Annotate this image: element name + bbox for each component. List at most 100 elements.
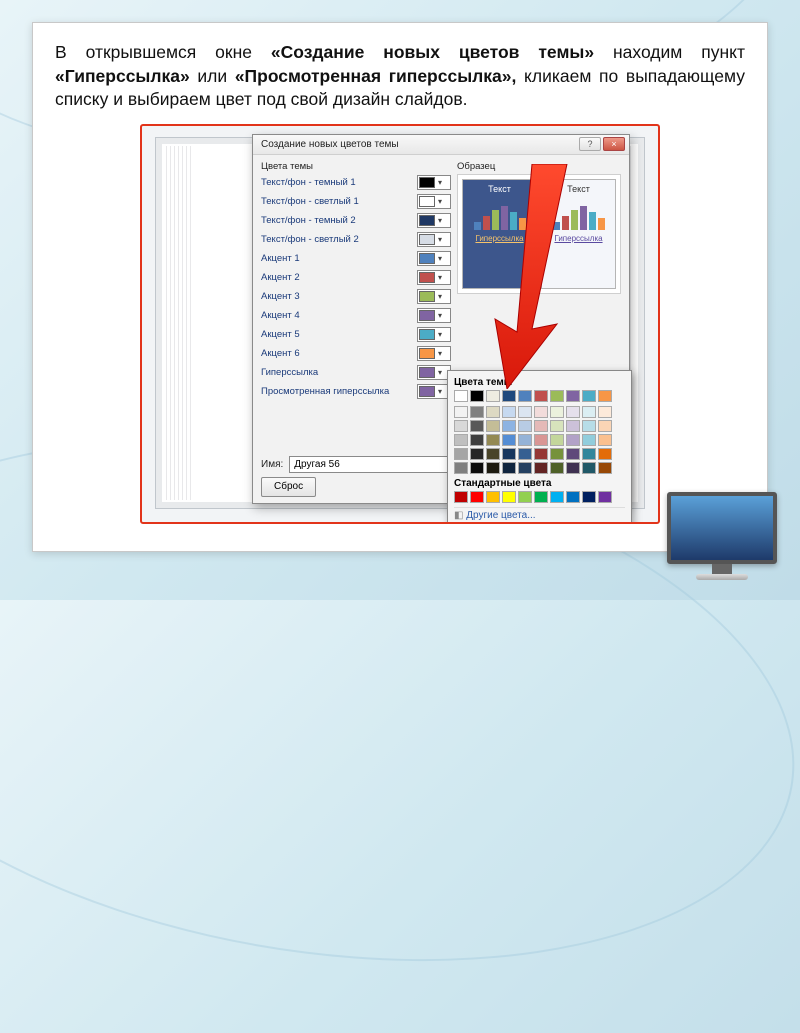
color-swatch-button[interactable]: ▾ <box>417 232 451 247</box>
picker-swatch[interactable] <box>470 462 484 474</box>
color-swatch-button[interactable]: ▾ <box>417 327 451 342</box>
picker-swatch[interactable] <box>518 434 532 446</box>
picker-swatch[interactable] <box>534 462 548 474</box>
color-row: Текст/фон - темный 2▾ <box>261 212 451 230</box>
help-button[interactable]: ? <box>579 137 601 151</box>
picker-swatch[interactable] <box>582 491 596 503</box>
picker-swatch[interactable] <box>486 491 500 503</box>
picker-swatch[interactable] <box>486 462 500 474</box>
color-row-label: Текст/фон - темный 1 <box>261 177 417 188</box>
picker-swatch[interactable] <box>502 462 516 474</box>
picker-swatch[interactable] <box>550 448 564 460</box>
color-swatch-button[interactable]: ▾ <box>417 308 451 323</box>
picker-swatch[interactable] <box>470 420 484 432</box>
picker-swatch[interactable] <box>534 448 548 460</box>
picker-swatch[interactable] <box>566 390 580 402</box>
picker-swatch[interactable] <box>598 491 612 503</box>
color-swatch-button[interactable]: ▾ <box>417 194 451 209</box>
picker-swatch[interactable] <box>454 491 468 503</box>
picker-swatch[interactable] <box>598 448 612 460</box>
picker-swatch[interactable] <box>454 462 468 474</box>
picker-swatch[interactable] <box>550 420 564 432</box>
chevron-down-icon: ▾ <box>435 235 445 244</box>
picker-swatch[interactable] <box>598 462 612 474</box>
picker-swatch[interactable] <box>582 420 596 432</box>
more-colors-link[interactable]: Другие цвета... <box>454 507 625 521</box>
color-row: Акцент 6▾ <box>261 345 451 363</box>
picker-swatch[interactable] <box>566 448 580 460</box>
color-row-label: Текст/фон - светлый 1 <box>261 196 417 207</box>
picker-swatch[interactable] <box>598 390 612 402</box>
picker-swatch[interactable] <box>518 420 532 432</box>
picker-swatch[interactable] <box>454 420 468 432</box>
picker-swatch[interactable] <box>470 448 484 460</box>
chevron-down-icon: ▾ <box>435 330 445 339</box>
picker-swatch[interactable] <box>550 434 564 446</box>
picker-swatch[interactable] <box>470 390 484 402</box>
group-sample-label: Образец <box>457 161 621 172</box>
picker-swatch[interactable] <box>502 491 516 503</box>
color-row-label: Текст/фон - темный 2 <box>261 215 417 226</box>
color-row-label: Акцент 2 <box>261 272 417 283</box>
screenshot-frame: Создание новых цветов темы ? × Цвета тем… <box>140 124 660 524</box>
picker-swatch[interactable] <box>470 406 484 418</box>
color-swatch-button[interactable]: ▾ <box>417 270 451 285</box>
picker-swatch[interactable] <box>470 491 484 503</box>
picker-swatch[interactable] <box>502 434 516 446</box>
picker-swatch[interactable] <box>502 406 516 418</box>
picker-swatch[interactable] <box>582 390 596 402</box>
color-swatch-button[interactable]: ▾ <box>417 384 451 399</box>
picker-swatch[interactable] <box>582 406 596 418</box>
picker-swatch[interactable] <box>598 434 612 446</box>
picker-swatch[interactable] <box>566 434 580 446</box>
picker-swatch[interactable] <box>502 420 516 432</box>
picker-swatch[interactable] <box>454 448 468 460</box>
color-row: Просмотренная гиперссылка▾ <box>261 383 451 401</box>
picker-swatch[interactable] <box>550 462 564 474</box>
picker-swatch[interactable] <box>518 390 532 402</box>
picker-swatch[interactable] <box>486 390 500 402</box>
picker-swatch[interactable] <box>550 491 564 503</box>
picker-swatch[interactable] <box>566 420 580 432</box>
color-swatch-button[interactable]: ▾ <box>417 175 451 190</box>
picker-swatch[interactable] <box>534 491 548 503</box>
picker-swatch[interactable] <box>454 406 468 418</box>
picker-swatch[interactable] <box>566 491 580 503</box>
picker-swatch[interactable] <box>502 448 516 460</box>
picker-swatch[interactable] <box>582 434 596 446</box>
picker-swatch[interactable] <box>598 406 612 418</box>
color-swatch-button[interactable]: ▾ <box>417 289 451 304</box>
picker-swatch[interactable] <box>582 448 596 460</box>
picker-swatch[interactable] <box>534 434 548 446</box>
picker-swatch[interactable] <box>502 390 516 402</box>
picker-swatch[interactable] <box>454 390 468 402</box>
picker-swatch[interactable] <box>486 420 500 432</box>
chevron-down-icon: ▾ <box>435 273 445 282</box>
picker-swatch[interactable] <box>518 462 532 474</box>
picker-swatch[interactable] <box>582 462 596 474</box>
reset-button[interactable]: Сброс <box>261 477 316 497</box>
picker-swatch[interactable] <box>486 406 500 418</box>
picker-swatch[interactable] <box>534 390 548 402</box>
color-swatch-button[interactable]: ▾ <box>417 251 451 266</box>
color-swatch-button[interactable]: ▾ <box>417 346 451 361</box>
color-swatch-button[interactable]: ▾ <box>417 365 451 380</box>
picker-swatch[interactable] <box>470 434 484 446</box>
color-row-label: Гиперссылка <box>261 367 417 378</box>
picker-swatch[interactable] <box>486 434 500 446</box>
picker-swatch[interactable] <box>566 462 580 474</box>
picker-swatch[interactable] <box>550 406 564 418</box>
preview-dark: Текст Гиперссылка <box>462 179 537 289</box>
picker-swatch[interactable] <box>518 448 532 460</box>
picker-swatch[interactable] <box>534 420 548 432</box>
color-swatch-button[interactable]: ▾ <box>417 213 451 228</box>
picker-swatch[interactable] <box>534 406 548 418</box>
picker-swatch[interactable] <box>518 406 532 418</box>
picker-swatch[interactable] <box>566 406 580 418</box>
picker-swatch[interactable] <box>550 390 564 402</box>
picker-swatch[interactable] <box>454 434 468 446</box>
close-button[interactable]: × <box>603 137 625 151</box>
picker-swatch[interactable] <box>518 491 532 503</box>
picker-swatch[interactable] <box>486 448 500 460</box>
picker-swatch[interactable] <box>598 420 612 432</box>
